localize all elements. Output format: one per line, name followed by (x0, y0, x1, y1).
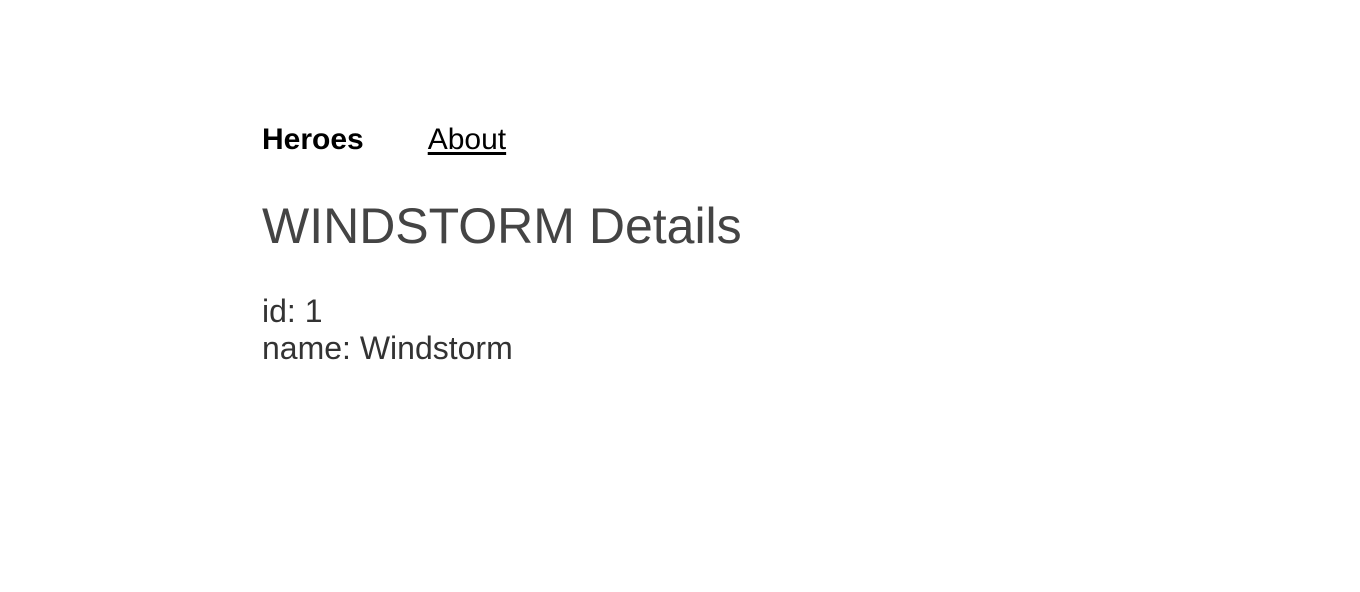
hero-id-row: id: 1 (262, 293, 513, 330)
hero-name-value: Windstorm (359, 330, 513, 366)
page-title: WINDSTORM Details (262, 198, 742, 254)
nav-link-heroes[interactable]: Heroes (262, 120, 364, 160)
hero-id-label: id: (262, 293, 305, 329)
nav-link-about[interactable]: About (428, 120, 506, 160)
hero-name-row: name: Windstorm (262, 330, 513, 367)
hero-name-label: name: (262, 330, 360, 366)
hero-id-value: 1 (304, 293, 323, 329)
main-nav: Heroes About (262, 120, 506, 160)
hero-details: id: 1 name: Windstorm (262, 293, 513, 367)
